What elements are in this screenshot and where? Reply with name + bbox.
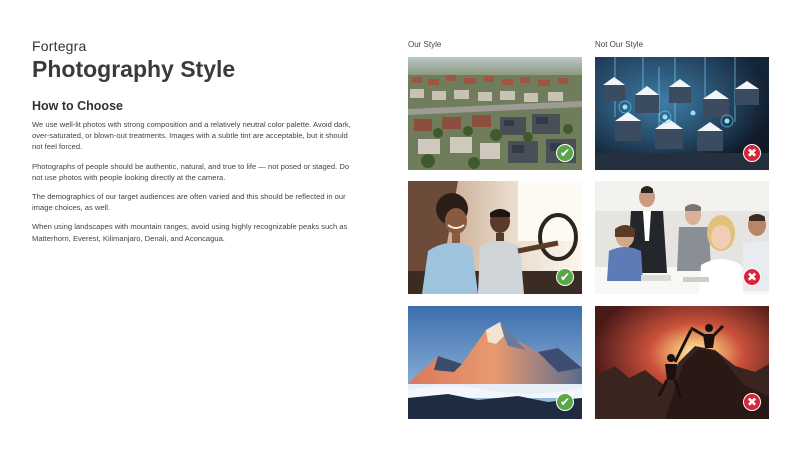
photo-suburban-houses-aerial: ✔ xyxy=(408,57,582,170)
column-label-not-our-style: Not Our Style xyxy=(595,40,644,49)
x-mark-icon: ✖ xyxy=(743,268,761,286)
column-label-our-style: Our Style xyxy=(408,40,442,49)
paragraph-landscapes: When using landscapes with mountain rang… xyxy=(32,222,348,243)
photo-office-team-posed: ✖ xyxy=(595,181,769,294)
paragraph-lighting: We use well-lit photos with strong compo… xyxy=(32,120,351,152)
checkmark-icon: ✔ xyxy=(556,144,574,162)
x-mark-icon: ✖ xyxy=(743,393,761,411)
x-mark-icon: ✖ xyxy=(743,144,761,162)
photo-mountain-peak-sunrise: ✔ xyxy=(408,306,582,419)
body-text: We use well-lit photos with strong compo… xyxy=(32,119,352,252)
checkmark-icon: ✔ xyxy=(556,393,574,411)
photo-climbers-silhouette: ✖ xyxy=(595,306,769,419)
brand-name: Fortegra xyxy=(32,38,87,54)
section-heading: How to Choose xyxy=(32,99,123,113)
checkmark-icon: ✔ xyxy=(556,268,574,286)
paragraph-people: Photographs of people should be authenti… xyxy=(32,161,350,182)
paragraph-demographics: The demographics of our target audiences… xyxy=(32,192,346,213)
page-title: Photography Style xyxy=(32,56,236,82)
photo-people-in-car: ✔ xyxy=(408,181,582,294)
photo-tech-overlay-houses: ✖ xyxy=(595,57,769,170)
